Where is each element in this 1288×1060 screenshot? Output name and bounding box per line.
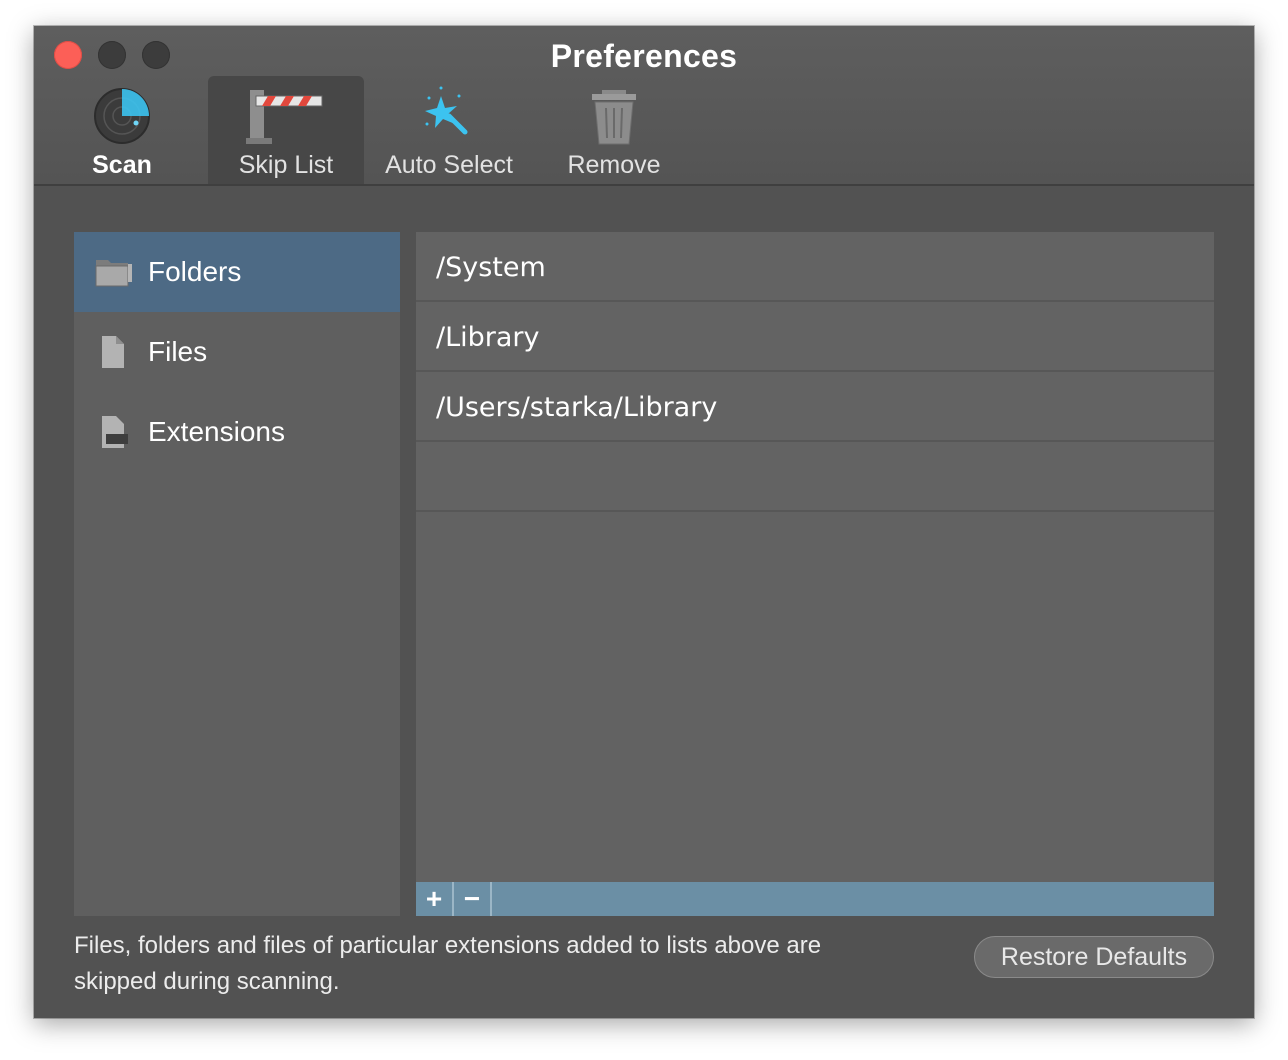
window-title: Preferences bbox=[550, 38, 738, 74]
list-item[interactable] bbox=[416, 442, 1214, 512]
toolbar-skip-list[interactable]: Skip List bbox=[208, 76, 364, 184]
file-icon bbox=[102, 336, 124, 368]
toolbar-scan[interactable]: Scan bbox=[76, 76, 168, 184]
barrier-icon bbox=[246, 90, 323, 144]
list-item[interactable]: /Library bbox=[416, 302, 1214, 372]
add-button[interactable]: + bbox=[416, 882, 454, 916]
extension-icon bbox=[102, 416, 128, 448]
list-item-path: /System bbox=[436, 252, 546, 283]
list-item-path: /Library bbox=[436, 322, 540, 353]
preferences-window: Preferences Scan Skip List Auto Select R… bbox=[34, 26, 1254, 1018]
trash-icon bbox=[592, 90, 636, 145]
remove-button[interactable]: − bbox=[454, 882, 492, 916]
magic-wand-icon bbox=[425, 86, 468, 135]
restore-defaults-button[interactable]: Restore Defaults bbox=[974, 936, 1214, 978]
sidebar-item-label: Files bbox=[148, 336, 208, 367]
folder-icon bbox=[95, 260, 132, 287]
sidebar-item-extensions[interactable]: Extensions bbox=[74, 392, 400, 472]
toolbar-remove[interactable]: Remove bbox=[554, 76, 674, 184]
list-item-path: /Users/starka/Library bbox=[436, 392, 718, 423]
sidebar-item-files[interactable]: Files bbox=[74, 312, 400, 392]
list-item[interactable]: /System bbox=[416, 232, 1214, 302]
toolbar-scan-label: Scan bbox=[92, 151, 152, 179]
category-sidebar: Folders Files Extensions bbox=[74, 232, 400, 916]
sidebar-item-folders[interactable]: Folders bbox=[74, 232, 400, 312]
toolbar-auto-select-label: Auto Select bbox=[385, 151, 513, 179]
toolbar-skip-list-label: Skip List bbox=[238, 151, 334, 179]
list-footer-bar: + − bbox=[416, 882, 1214, 916]
titlebar: Preferences Scan Skip List Auto Select R… bbox=[34, 26, 1254, 186]
skip-folder-list: /System /Library /Users/starka/Library +… bbox=[416, 232, 1214, 916]
toolbar-auto-select[interactable]: Auto Select bbox=[380, 76, 518, 184]
sidebar-item-label: Folders bbox=[148, 256, 242, 287]
sidebar-item-label: Extensions bbox=[148, 416, 285, 447]
list-item[interactable]: /Users/starka/Library bbox=[416, 372, 1214, 442]
description-text: Files, folders and files of particular e… bbox=[74, 932, 822, 995]
radar-icon bbox=[94, 88, 150, 144]
toolbar-remove-label: Remove bbox=[567, 151, 661, 179]
